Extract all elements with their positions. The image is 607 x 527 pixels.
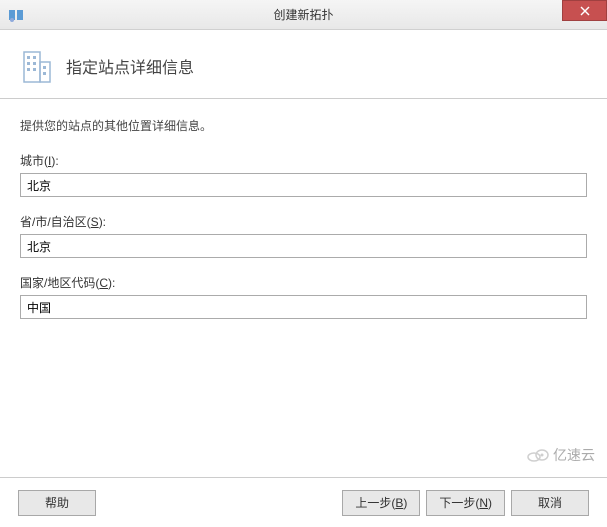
back-button[interactable]: 上一步(B) — [342, 490, 420, 516]
close-button[interactable] — [562, 0, 607, 21]
state-field: 省/市/自治区(S): — [20, 213, 587, 258]
content-area: 提供您的站点的其他位置详细信息。 城市(I): 省/市/自治区(S): 国家/地… — [0, 99, 607, 353]
cancel-button[interactable]: 取消 — [511, 490, 589, 516]
city-input[interactable] — [20, 173, 587, 197]
country-field: 国家/地区代码(C): — [20, 274, 587, 319]
titlebar: 创建新拓扑 — [0, 0, 607, 30]
state-label: 省/市/自治区(S): — [20, 213, 587, 230]
watermark: 亿速云 — [527, 445, 595, 465]
help-button[interactable]: 帮助 — [18, 490, 96, 516]
city-label: 城市(I): — [20, 152, 587, 169]
next-button[interactable]: 下一步(N) — [426, 490, 505, 516]
instruction-text: 提供您的站点的其他位置详细信息。 — [20, 117, 587, 134]
city-field: 城市(I): — [20, 152, 587, 197]
page-title: 指定站点详细信息 — [66, 54, 194, 78]
country-input[interactable] — [20, 295, 587, 319]
country-label: 国家/地区代码(C): — [20, 274, 587, 291]
window-title: 创建新拓扑 — [273, 6, 333, 23]
app-icon — [8, 7, 24, 23]
state-input[interactable] — [20, 234, 587, 258]
building-icon — [20, 48, 52, 84]
wizard-footer: 帮助 上一步(B) 下一步(N) 取消 — [0, 477, 607, 527]
wizard-header: 指定站点详细信息 — [0, 30, 607, 99]
